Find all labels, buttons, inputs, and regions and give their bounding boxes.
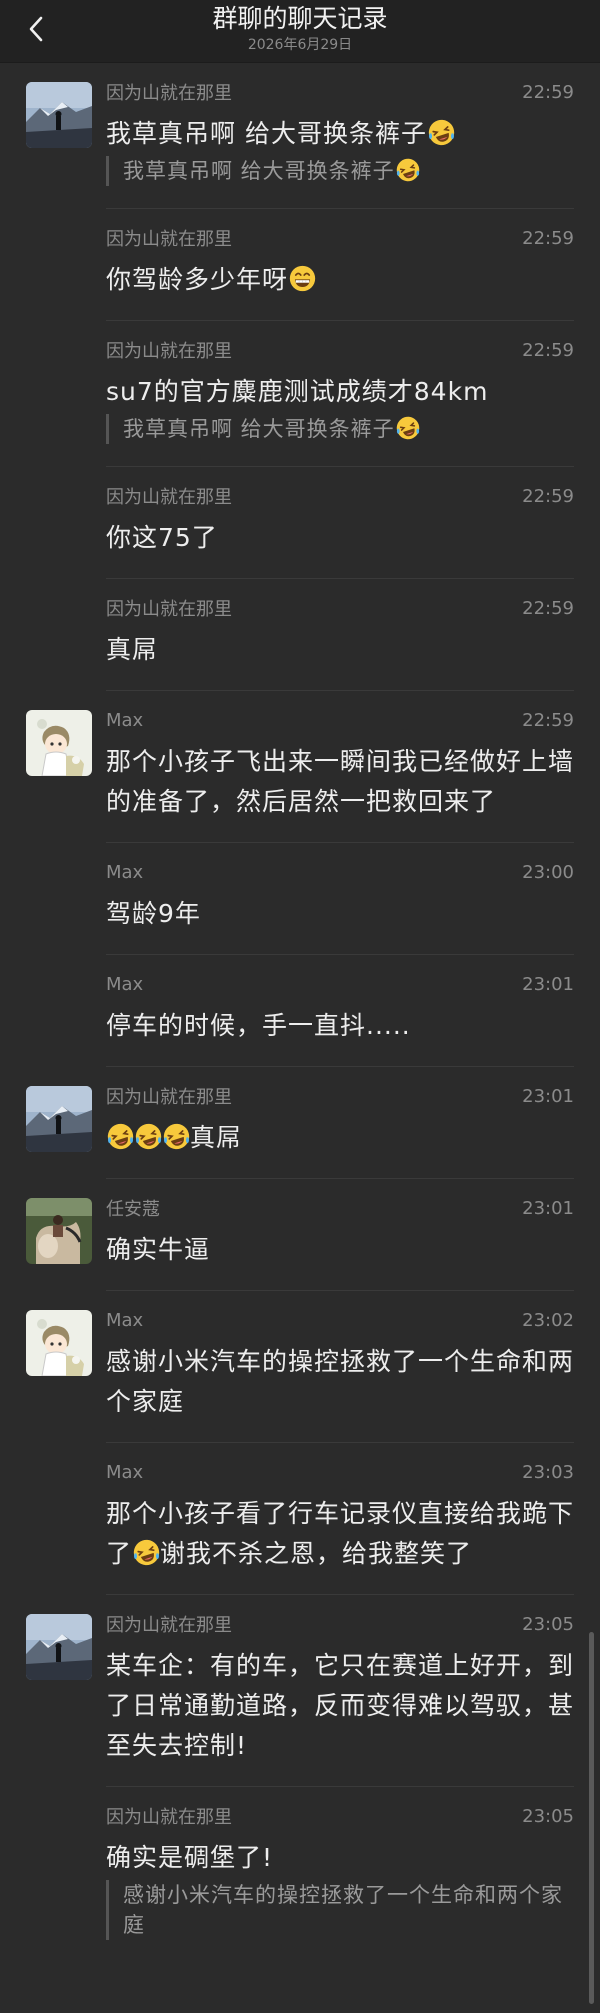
text-segment: 谢我不杀之恩，给我整笑了 — [160, 1539, 473, 1568]
message-text: 那个小孩子看了行车记录仪直接给我跪下了 谢我不杀之恩，给我整笑了 — [106, 1494, 574, 1574]
chat-message[interactable]: Max 23:01 停车的时候，手一直抖..... — [0, 954, 600, 1066]
message-time: 22:59 — [522, 597, 574, 619]
sender-name: 因为山就在那里 — [106, 229, 232, 250]
quoted-message[interactable]: 我草真吊啊 给大哥换条裤子 — [106, 414, 574, 444]
chat-message[interactable]: 任安蔻 23:01 确实牛逼 — [0, 1178, 600, 1290]
quoted-message[interactable]: 我草真吊啊 给大哥换条裤子 — [106, 156, 574, 186]
message-time: 23:01 — [522, 1085, 574, 1107]
avatar[interactable] — [26, 1086, 92, 1152]
message-text: 那个小孩子飞出来一瞬间我已经做好上墙的准备了，然后居然一把救回来了 — [106, 742, 574, 822]
sender-name: Max — [106, 1461, 144, 1483]
message-time: 22:59 — [522, 227, 574, 249]
message-time: 22:59 — [522, 339, 574, 361]
laugh-cry-emoji-icon — [396, 416, 419, 440]
text-segment: 感谢小米汽车的操控拯救了一个生命和两个家庭 — [123, 1883, 563, 1937]
laugh-cry-emoji-icon — [163, 1123, 190, 1150]
message-time: 22:59 — [522, 81, 574, 103]
text-segment: 确实牛逼 — [106, 1235, 211, 1264]
laugh-cry-emoji-icon — [428, 119, 455, 146]
text-segment: 感谢小米汽车的操控拯救了一个生命和两个家庭 — [106, 1347, 575, 1416]
message-text: 你这75了 — [106, 518, 574, 558]
text-segment: 你这75了 — [106, 523, 218, 552]
chat-message[interactable]: 因为山就在那里 23:05 某车企：有的车，它只在赛道上好开，到了日常通勤道路，反而… — [0, 1594, 600, 1786]
avatar[interactable] — [26, 1310, 92, 1376]
sender-name: 因为山就在那里 — [106, 83, 232, 104]
text-segment: 驾龄9年 — [106, 899, 201, 928]
message-text: 停车的时候，手一直抖..... — [106, 1006, 574, 1046]
text-segment: 真屌 — [190, 1123, 243, 1152]
sender-name: 任安蔻 — [106, 1199, 160, 1220]
message-time: 23:03 — [522, 1461, 574, 1483]
message-text: 感谢小米汽车的操控拯救了一个生命和两个家庭 — [106, 1342, 574, 1422]
sender-name: Max — [106, 973, 144, 995]
sender-name: 因为山就在那里 — [106, 599, 232, 620]
sender-name: 因为山就在那里 — [106, 487, 232, 508]
message-text: 真屌 — [106, 630, 574, 670]
chat-message[interactable]: 因为山就在那里 22:59 你驾龄多少年呀 — [0, 208, 600, 320]
avatar[interactable] — [26, 1198, 92, 1264]
text-segment: 那个小孩子飞出来一瞬间我已经做好上墙的准备了，然后居然一把救回来了 — [106, 747, 575, 816]
chat-message[interactable]: 因为山就在那里 23:05 确实是碉堡了! 感谢小米汽车的操控拯救了一个生命和两个家庭 — [0, 1786, 600, 1962]
message-time: 23:02 — [522, 1309, 574, 1331]
message-time: 23:05 — [522, 1613, 574, 1635]
sender-name: Max — [106, 1309, 144, 1331]
message-time: 22:59 — [522, 485, 574, 507]
laugh-cry-emoji-icon — [135, 1123, 162, 1150]
message-text: 我草真吊啊 给大哥换条裤子 — [106, 114, 574, 154]
text-segment: 我草真吊啊 给大哥换条裤子 — [106, 119, 427, 148]
message-text: 真屌 — [106, 1118, 574, 1158]
text-segment: su7的官方麋鹿测试成绩才84km — [106, 377, 489, 406]
message-list: 因为山就在那里 22:59 我草真吊啊 给大哥换条裤子 我草真吊啊 给大哥换条裤子 因为… — [0, 62, 600, 1962]
message-text: 驾龄9年 — [106, 894, 574, 934]
chat-message[interactable]: Max 23:03 那个小孩子看了行车记录仪直接给我跪下了 谢我不杀之恩，给我整笑了 — [0, 1442, 600, 1594]
avatar[interactable] — [26, 82, 92, 148]
laugh-cry-emoji-icon — [107, 1123, 134, 1150]
message-text: 你驾龄多少年呀 — [106, 260, 574, 300]
message-text: 某车企：有的车，它只在赛道上好开，到了日常通勤道路，反而变得难以驾驭，甚至失去控… — [106, 1646, 574, 1766]
chat-message[interactable]: 因为山就在那里 22:59 真屌 — [0, 578, 600, 690]
text-segment: 停车的时候，手一直抖..... — [106, 1011, 411, 1040]
message-time: 22:59 — [522, 709, 574, 731]
message-time: 23:01 — [522, 1197, 574, 1219]
chat-message[interactable]: Max 22:59 那个小孩子飞出来一瞬间我已经做好上墙的准备了，然后居然一把救回来… — [0, 690, 600, 842]
text-segment: 我草真吊啊 给大哥换条裤子 — [123, 159, 395, 183]
chat-message[interactable]: 因为山就在那里 23:01 真屌 — [0, 1066, 600, 1178]
scrollbar[interactable] — [589, 1632, 594, 2004]
avatar[interactable] — [26, 710, 92, 776]
text-segment: 某车企：有的车，它只在赛道上好开，到了日常通勤道路，反而变得难以驾驭，甚至失去控… — [106, 1651, 575, 1760]
sender-name: 因为山就在那里 — [106, 341, 232, 362]
grin-emoji-icon — [289, 265, 316, 292]
sender-name: 因为山就在那里 — [106, 1807, 232, 1828]
quoted-message[interactable]: 感谢小米汽车的操控拯救了一个生命和两个家庭 — [106, 1880, 574, 1940]
chat-message[interactable]: 因为山就在那里 22:59 su7的官方麋鹿测试成绩才84km 我草真吊啊 给大哥换条… — [0, 320, 600, 466]
laugh-cry-emoji-icon — [396, 158, 419, 182]
message-text: 确实牛逼 — [106, 1230, 574, 1270]
laugh-cry-emoji-icon — [133, 1539, 160, 1566]
text-segment: 我草真吊啊 给大哥换条裤子 — [123, 417, 395, 441]
chat-date: 2026年6月29日 — [247, 37, 353, 53]
message-time: 23:00 — [522, 861, 574, 883]
chat-message[interactable]: 因为山就在那里 22:59 你这75了 — [0, 466, 600, 578]
message-time: 23:01 — [522, 973, 574, 995]
message-text: su7的官方麋鹿测试成绩才84km — [106, 372, 574, 412]
chat-message[interactable]: Max 23:00 驾龄9年 — [0, 842, 600, 954]
text-segment: 真屌 — [106, 635, 159, 664]
sender-name: Max — [106, 709, 144, 731]
message-time: 23:05 — [522, 1805, 574, 1827]
page-title: 群聊的聊天记录 — [212, 4, 388, 33]
sender-name: 因为山就在那里 — [106, 1615, 232, 1636]
text-segment: 你驾龄多少年呀 — [106, 265, 289, 294]
message-text: 确实是碉堡了! — [106, 1838, 574, 1878]
sender-name: 因为山就在那里 — [106, 1087, 232, 1108]
sender-name: Max — [106, 861, 144, 883]
chat-message[interactable]: 因为山就在那里 22:59 我草真吊啊 给大哥换条裤子 我草真吊啊 给大哥换条裤子 — [0, 62, 600, 208]
chat-message[interactable]: Max 23:02 感谢小米汽车的操控拯救了一个生命和两个家庭 — [0, 1290, 600, 1442]
avatar[interactable] — [26, 1614, 92, 1680]
text-segment: 确实是碉堡了! — [106, 1843, 274, 1872]
top-bar: 群聊的聊天记录 2026年6月29日 — [0, 0, 600, 63]
